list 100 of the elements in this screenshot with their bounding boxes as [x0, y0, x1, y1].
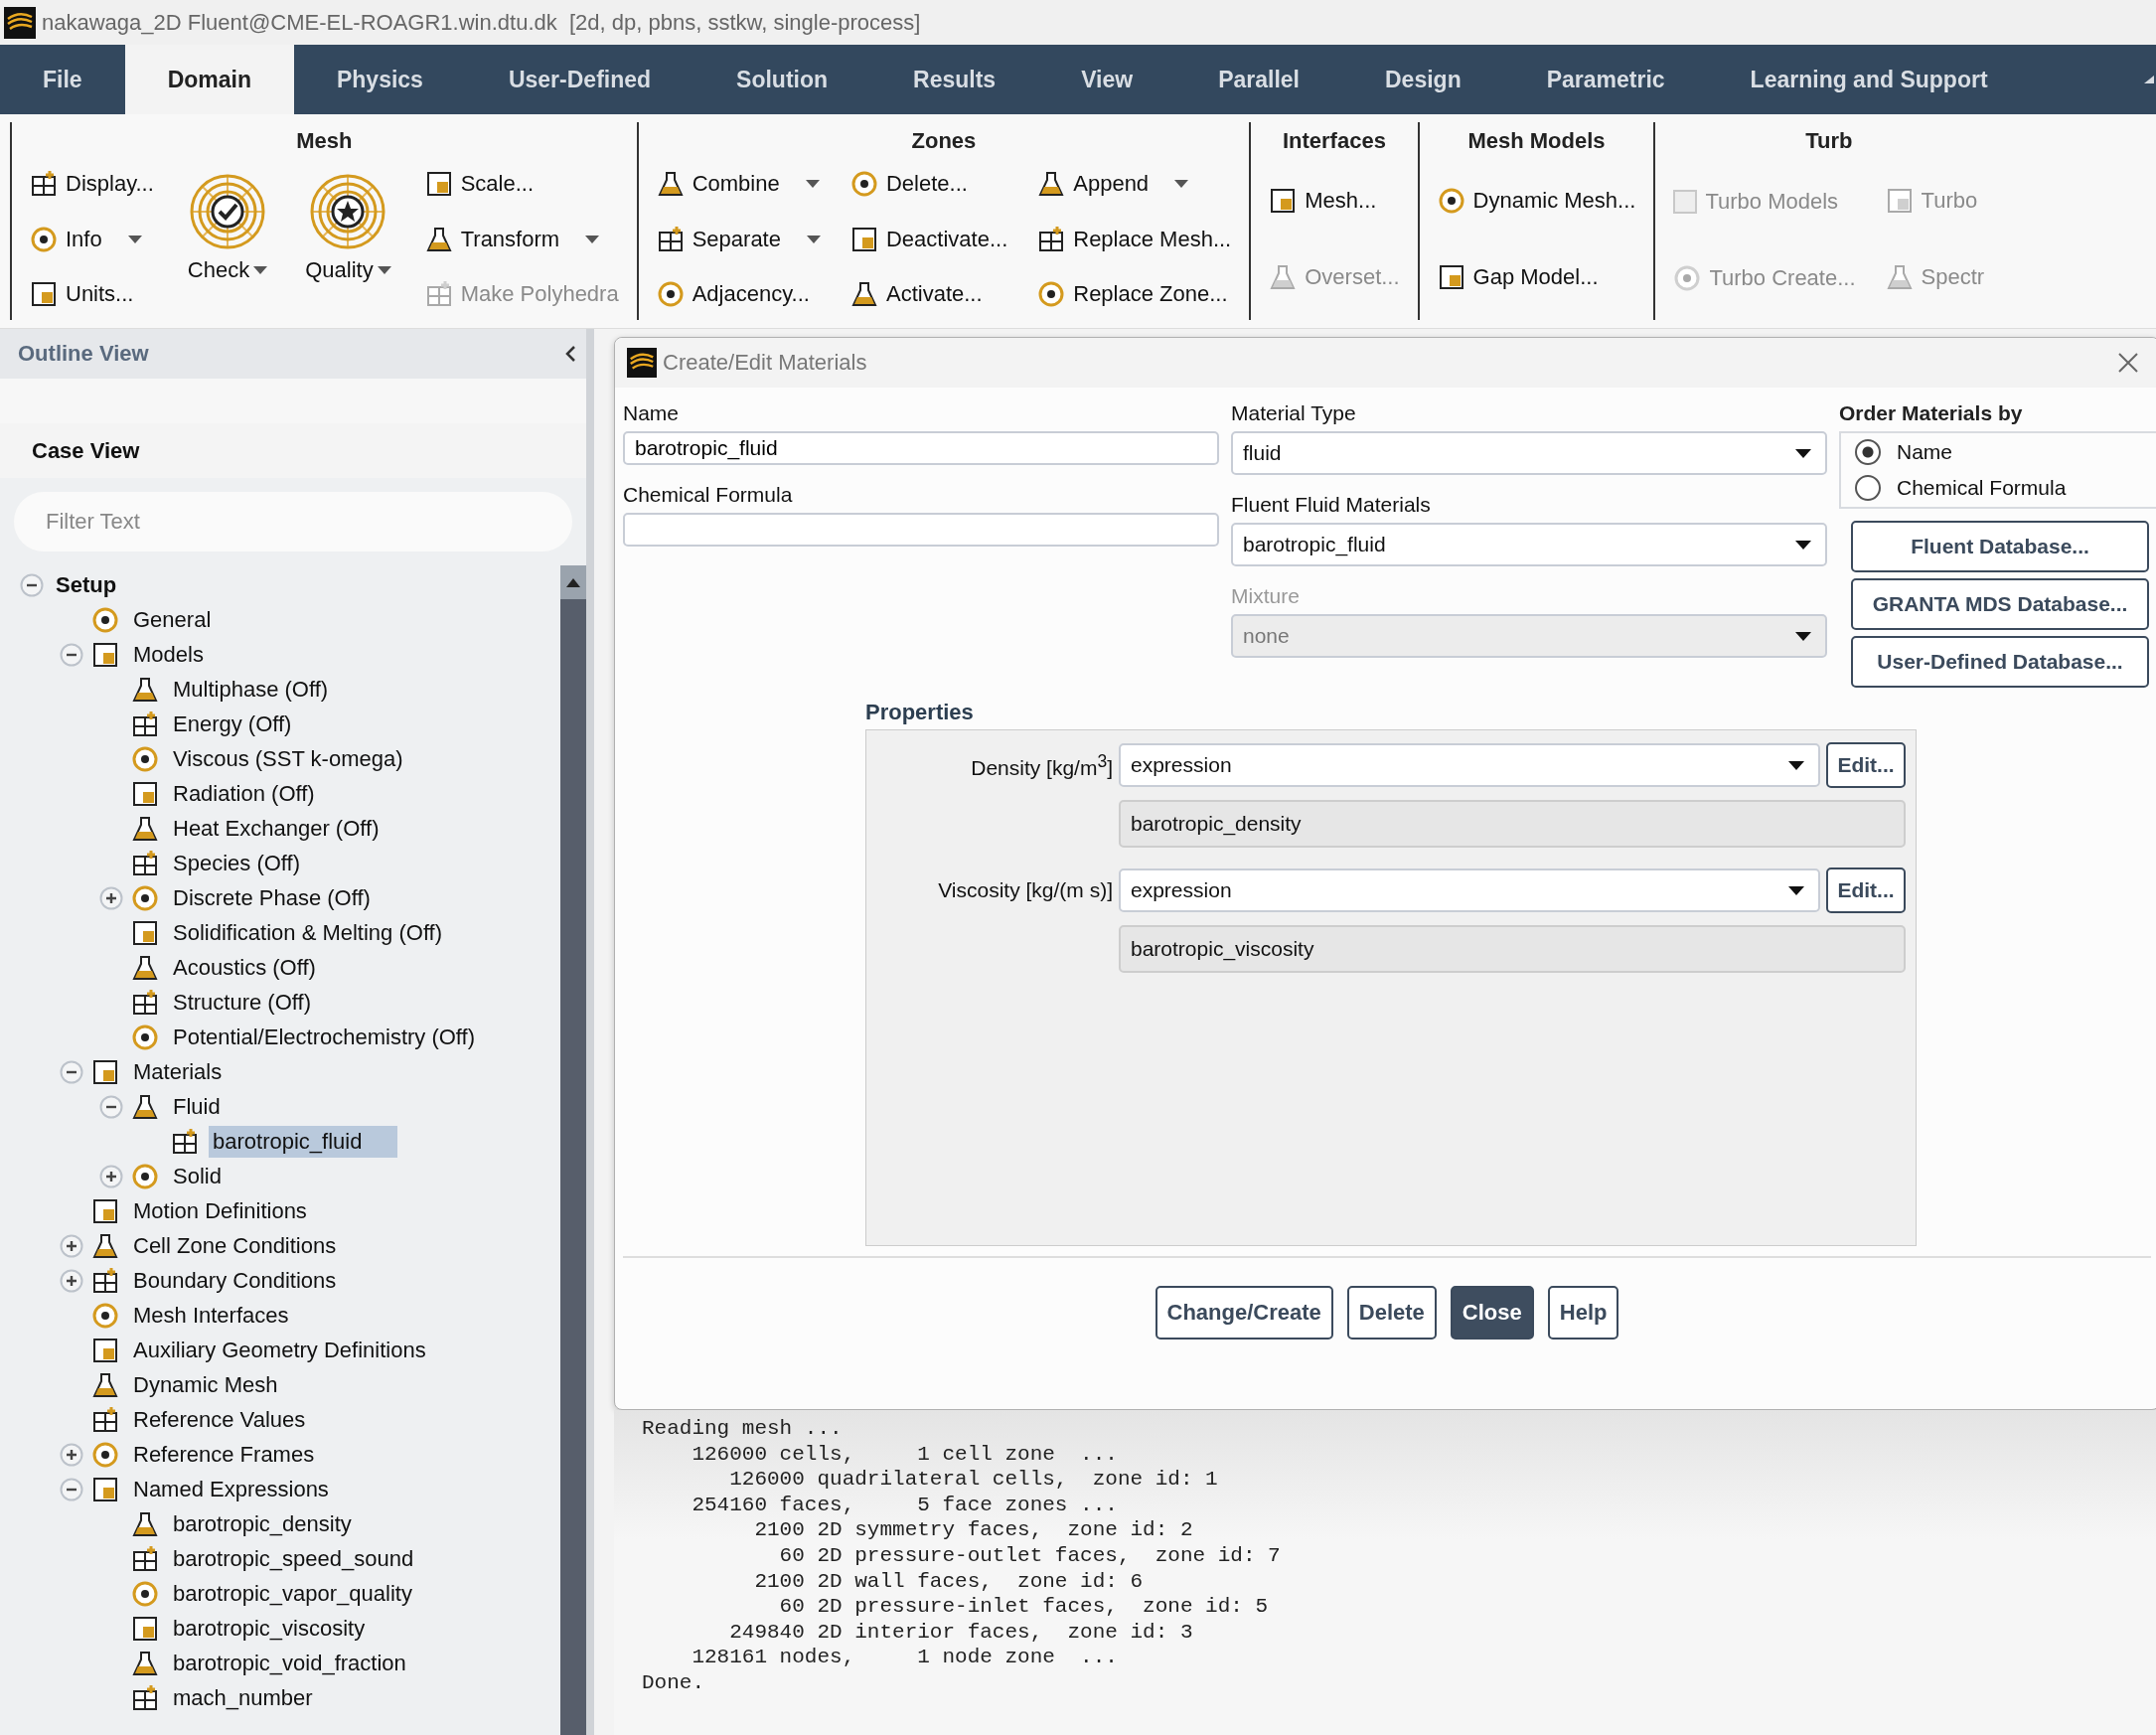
ribbon-button[interactable]: Activate... [849, 272, 1008, 316]
tree-item[interactable]: barotropic_viscosity [169, 1612, 372, 1645]
tree-item[interactable]: Materials [129, 1055, 229, 1088]
tree-item[interactable]: barotropic_speed_sound [169, 1542, 420, 1575]
tree-item[interactable]: Energy (Off) [169, 708, 298, 740]
filter-field[interactable]: Filter Text [14, 492, 572, 552]
tree-item[interactable]: Heat Exchanger (Off) [169, 812, 385, 845]
dialog-button[interactable]: Help [1547, 1286, 1619, 1340]
grid-icon [131, 710, 159, 738]
expand-button[interactable] [60, 1442, 83, 1467]
ribbon-button[interactable]: Combine [656, 162, 821, 206]
tree-item[interactable]: Auxiliary Geometry Definitions [129, 1334, 432, 1366]
tree-item[interactable]: Models [129, 638, 210, 671]
dialog-button[interactable]: Close [1450, 1286, 1534, 1340]
ribbon-tab[interactable]: Design [1342, 45, 1504, 114]
tree-item[interactable]: Viscous (SST k-omega) [169, 742, 409, 775]
dropdown[interactable]: fluid [1231, 431, 1827, 475]
name-field[interactable]: barotropic_fluid [623, 431, 1219, 465]
database-button[interactable]: GRANTA MDS Database... [1851, 578, 2149, 630]
ribbon-tab[interactable]: Solution [693, 45, 871, 114]
tree-item[interactable]: Named Expressions [129, 1473, 335, 1505]
tree-item[interactable]: barotropic_density [169, 1507, 358, 1540]
ribbon-tab[interactable]: Results [870, 45, 1039, 114]
ribbon-button[interactable]: Append [1037, 162, 1232, 206]
scroll-up-button[interactable] [560, 565, 586, 599]
expression-field[interactable]: barotropic_viscosity [1119, 925, 1906, 973]
tree-item[interactable]: Discrete Phase (Off) [169, 881, 377, 914]
close-icon[interactable] [2117, 352, 2139, 374]
tree-item[interactable]: barotropic_void_fraction [169, 1647, 412, 1679]
ribbon-button[interactable]: Display... [30, 162, 154, 206]
tree-item[interactable]: Acoustics (Off) [169, 951, 322, 984]
expand-button[interactable] [99, 1164, 123, 1188]
tree-item[interactable]: Motion Definitions [129, 1194, 313, 1227]
ribbon-button[interactable]: Scale... [424, 162, 619, 206]
tree-item[interactable]: barotropic_fluid [209, 1125, 397, 1158]
tree-item[interactable]: Cell Zone Conditions [129, 1229, 343, 1262]
tree-item[interactable]: barotropic_vapor_quality [169, 1577, 418, 1610]
dialog-button[interactable]: Change/Create [1155, 1286, 1333, 1340]
tree-item[interactable]: Multiphase (Off) [169, 673, 335, 706]
flask-icon [1269, 263, 1298, 292]
ribbon-button[interactable]: Info [30, 217, 154, 261]
collapse-button[interactable] [99, 1094, 123, 1119]
tree-item[interactable]: Boundary Conditions [129, 1264, 343, 1297]
dialog-button[interactable]: Delete [1346, 1286, 1437, 1340]
ribbon-button[interactable]: Units... [30, 272, 154, 316]
expression-field[interactable]: barotropic_density [1119, 800, 1906, 848]
ribbon-button[interactable]: Adjacency... [656, 272, 821, 316]
tree-item[interactable]: Structure (Off) [169, 986, 317, 1019]
ribbon-tab[interactable]: Parallel [1175, 45, 1342, 114]
collapse-button[interactable] [20, 572, 44, 597]
tree-item[interactable]: Mesh Interfaces [129, 1299, 295, 1332]
dropdown[interactable]: expression [1119, 743, 1820, 787]
ribbon-button[interactable]: Replace Zone... [1037, 272, 1232, 316]
ribbon-tab[interactable]: Learning and Support [1707, 45, 2031, 114]
database-button[interactable]: Fluent Database... [1851, 521, 2149, 572]
tree-item[interactable]: Reference Frames [129, 1438, 321, 1471]
tree-item[interactable]: Dynamic Mesh [129, 1368, 284, 1401]
ribbon-button[interactable]: Delete... [849, 162, 1008, 206]
ribbon-button[interactable]: Quality [301, 162, 395, 293]
tree-item[interactable]: Reference Values [129, 1403, 312, 1436]
tree-item[interactable]: Setup [52, 568, 123, 601]
collapse-button[interactable] [60, 1059, 83, 1084]
edit-button[interactable]: Edit... [1826, 868, 1906, 913]
ribbon-button[interactable]: Transform [424, 217, 619, 261]
ribbon-tab[interactable]: View [1038, 45, 1176, 114]
ribbon-button[interactable]: Separate [656, 217, 821, 261]
ribbon-tab[interactable]: File [0, 45, 125, 114]
tree-item[interactable]: General [129, 603, 218, 636]
tree-item[interactable]: Potential/Electrochemistry (Off) [169, 1021, 482, 1053]
ribbon-button[interactable]: Dynamic Mesh... [1437, 178, 1636, 223]
collapse-panel-icon[interactable] [564, 345, 576, 363]
tree-item[interactable]: Solidification & Melting (Off) [169, 916, 449, 949]
collapse-button[interactable] [60, 642, 83, 667]
tree-item[interactable]: Solid [169, 1160, 228, 1192]
scrollbar[interactable] [560, 565, 586, 1735]
dropdown[interactable]: expression [1119, 868, 1820, 912]
ribbon-tab[interactable]: Domain [124, 45, 294, 114]
ribbon-button[interactable]: Replace Mesh... [1037, 217, 1232, 261]
tree-item[interactable]: Fluid [169, 1090, 227, 1123]
collapse-button[interactable] [60, 1477, 83, 1501]
tree-item[interactable]: mach_number [169, 1681, 319, 1714]
ribbon-button[interactable]: Deactivate... [849, 217, 1008, 261]
dropdown[interactable]: barotropic_fluid [1231, 523, 1827, 566]
expand-button[interactable] [99, 885, 123, 910]
ribbon-tab[interactable]: User-Defined [465, 45, 694, 114]
tree-item[interactable]: Radiation (Off) [169, 777, 321, 810]
tree-item[interactable]: Species (Off) [169, 847, 306, 879]
radio-button[interactable] [1855, 439, 1881, 465]
database-button[interactable]: User-Defined Database... [1851, 636, 2149, 688]
ribbon-button[interactable]: Gap Model... [1437, 255, 1636, 300]
expand-button[interactable] [60, 1233, 83, 1258]
formula-field[interactable] [623, 513, 1219, 547]
ribbon-button[interactable]: Check [183, 162, 272, 293]
ribbon-tab[interactable]: Parametric [1503, 45, 1708, 114]
edit-button[interactable]: Edit... [1826, 742, 1906, 788]
ribbon-button[interactable]: Mesh... [1269, 178, 1400, 223]
expand-button[interactable] [60, 1268, 83, 1293]
radio-button[interactable] [1855, 475, 1881, 501]
ribbon-tab[interactable]: Physics [293, 45, 466, 114]
collapse-ribbon-icon[interactable] [2144, 74, 2156, 85]
